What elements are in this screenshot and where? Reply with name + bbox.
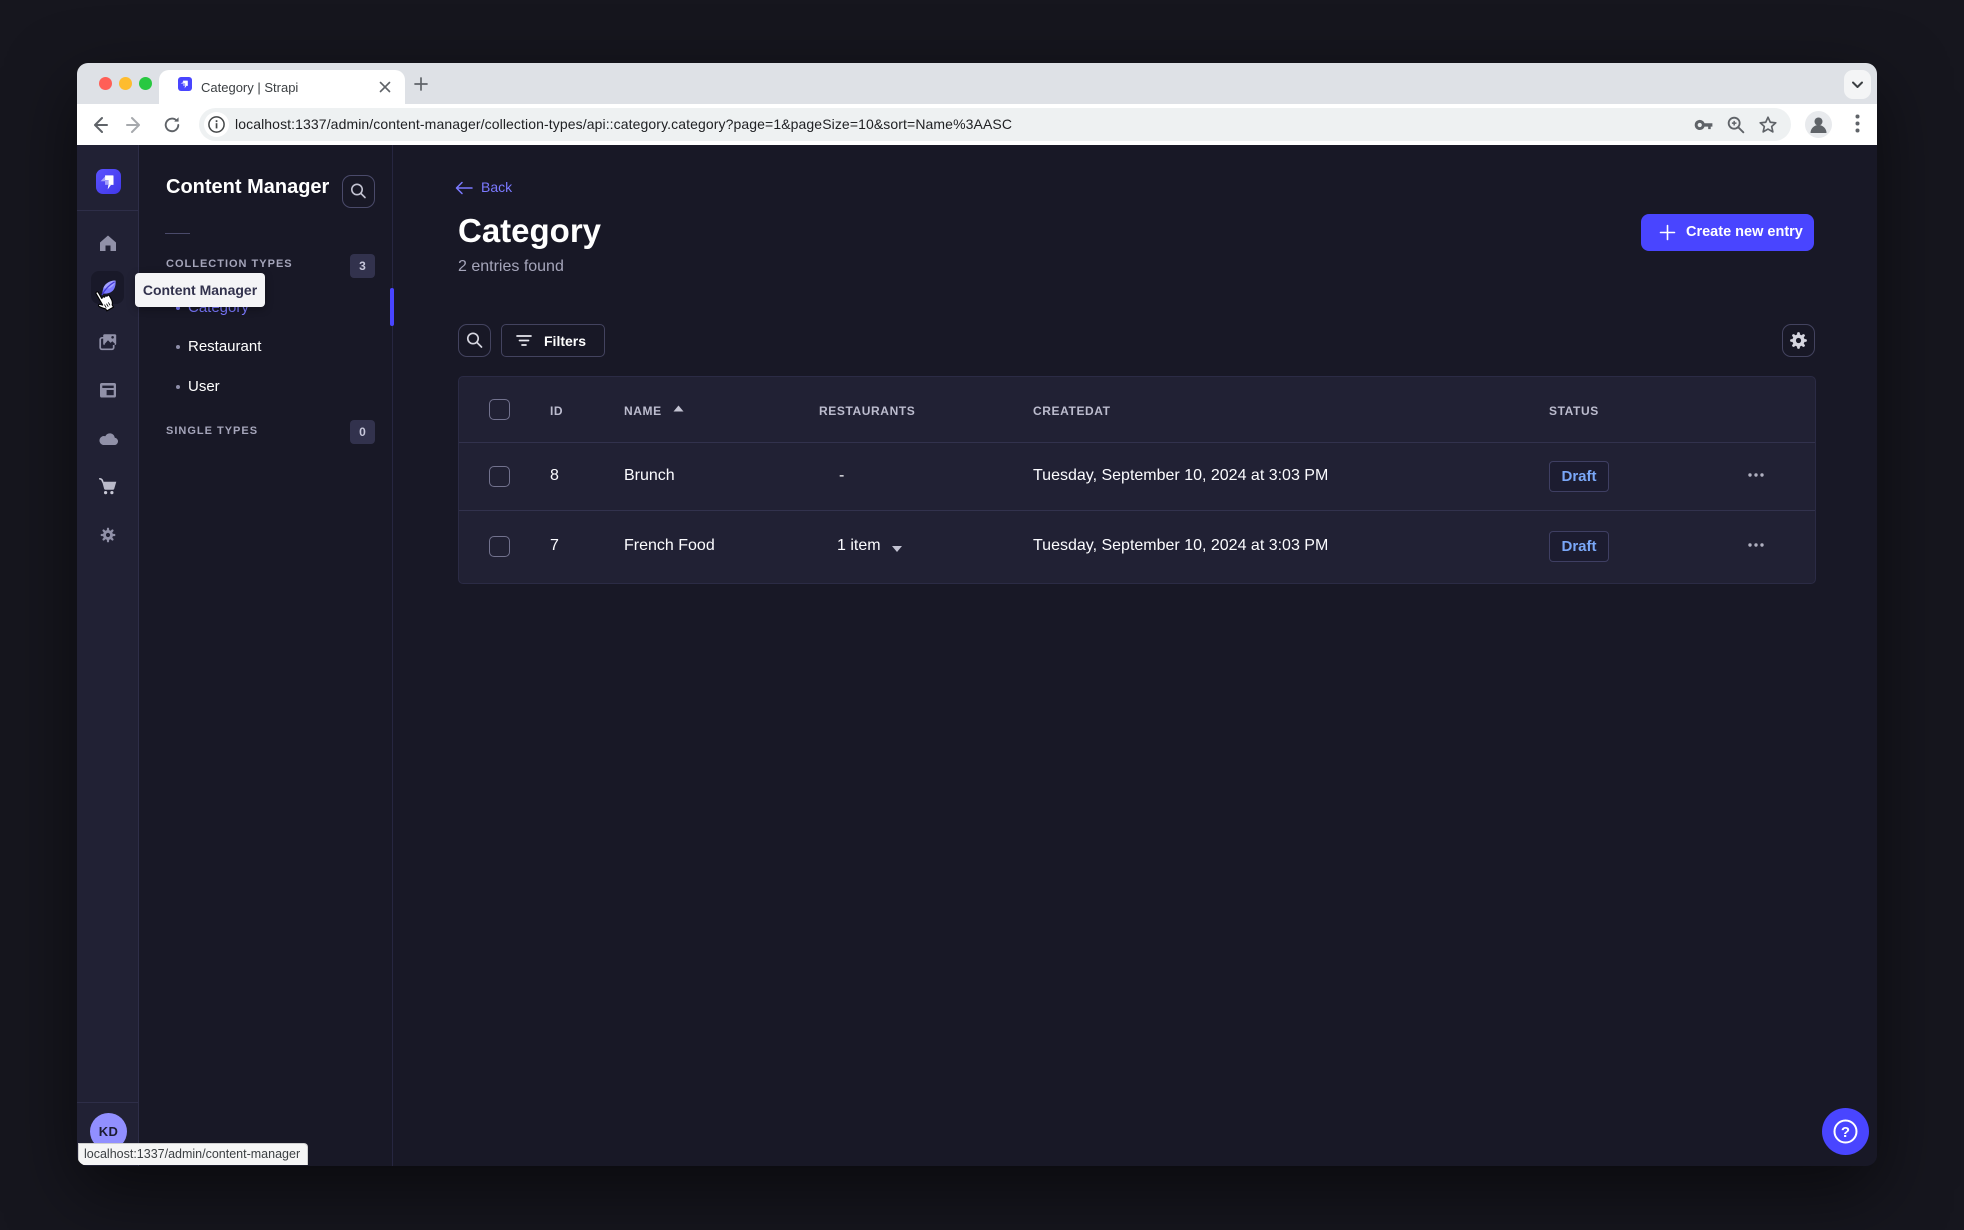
- svg-text:?: ?: [1841, 1124, 1850, 1141]
